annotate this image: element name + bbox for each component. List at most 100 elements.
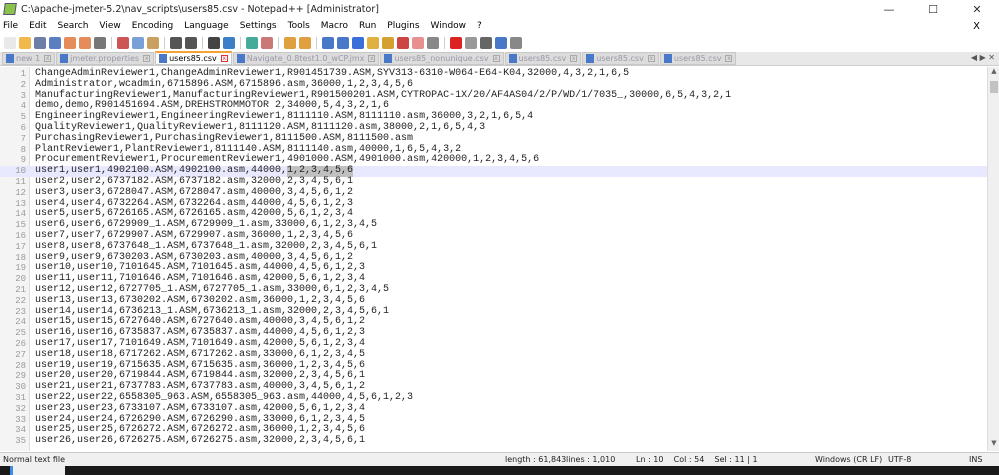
tab-users85-csv[interactable]: users85.csv x xyxy=(155,51,232,65)
menu-run[interactable]: Run xyxy=(359,21,376,31)
menu-language[interactable]: Language xyxy=(184,21,228,31)
replace-icon[interactable] xyxy=(223,37,235,49)
editor-line[interactable]: 35 user26,user26,6726275.ASM,6726275.asm,… xyxy=(0,435,987,447)
tab-close-icon[interactable]: x xyxy=(368,55,376,62)
tab-users85-nonunique-csv[interactable]: users85_nonunique.csv x xyxy=(380,52,504,65)
tab-users85-csv[interactable]: users85.csv x xyxy=(504,52,582,65)
editor-line[interactable]: 27 user18,user18,6717262.ASM,6717262.asm,… xyxy=(0,348,987,361)
toolbar-separator xyxy=(444,37,445,49)
doc-map-icon[interactable] xyxy=(367,37,379,49)
line-number: 31 xyxy=(15,393,26,403)
zoom-out-icon[interactable] xyxy=(261,37,273,49)
cut-icon[interactable] xyxy=(117,37,129,49)
editor-line[interactable]: 32 user23,user23,6733107.ASM,6733107.asm,… xyxy=(0,402,987,415)
run-macro-multiple-icon[interactable] xyxy=(495,37,507,49)
show-all-chars-icon[interactable] xyxy=(337,37,349,49)
indent-guide-icon[interactable] xyxy=(352,37,364,49)
menu-search[interactable]: Search xyxy=(58,21,89,31)
line-number: 26 xyxy=(15,339,26,349)
word-wrap-icon[interactable] xyxy=(322,37,334,49)
new-file-icon[interactable] xyxy=(4,37,16,49)
record-macro-icon[interactable] xyxy=(450,37,462,49)
close-icon[interactable] xyxy=(64,37,76,49)
line-number: 11 xyxy=(15,177,26,187)
editor-line[interactable]: 17 user8,user8,6737648_1.ASM,6737648_1.as… xyxy=(0,241,987,253)
maximize-button[interactable]: ☐ xyxy=(911,0,955,18)
editor[interactable]: 1 ChangeAdminReviewer1,ChangeAdminReviewe… xyxy=(0,67,987,451)
tab-users85-csv[interactable]: users85.csv x xyxy=(659,52,737,65)
line-text: user18,user18,6717262.ASM,6717262.asm,33… xyxy=(35,348,366,360)
tab-close-icon[interactable]: x xyxy=(220,55,228,62)
line-text: PurchasingReviewer1,PurchasingReviewer1,… xyxy=(35,132,414,144)
line-number: 17 xyxy=(15,241,26,252)
open-file-icon[interactable] xyxy=(19,37,31,49)
tab-close-icon[interactable]: x xyxy=(725,55,733,62)
save-all-icon[interactable] xyxy=(49,37,61,49)
toolbar-separator xyxy=(240,37,241,49)
editor-line[interactable]: 22 user13,user13,6730202.ASM,6730202.asm,… xyxy=(0,295,987,307)
menu-file[interactable]: File xyxy=(3,21,18,31)
file-icon xyxy=(384,54,393,63)
line-number: 15 xyxy=(15,220,26,231)
status-bar: Normal text file length : 61,843 lines :… xyxy=(0,452,999,466)
notepad-plus-plus-icon xyxy=(3,3,17,15)
editor-line[interactable]: 12 user3,user3,6728047.ASM,6728047.asm,40… xyxy=(0,187,987,199)
sync-h-icon[interactable] xyxy=(299,37,311,49)
tab-new-1[interactable]: new 1x xyxy=(2,52,56,65)
tab-close-icon[interactable]: x xyxy=(143,55,151,62)
tab-scroll-arrows[interactable]: ◀ ▶ ✕ xyxy=(971,53,995,62)
file-icon xyxy=(159,54,168,63)
folder-workspace-icon[interactable] xyxy=(397,37,409,49)
monitor-icon[interactable] xyxy=(427,37,439,49)
toolbar-separator xyxy=(278,37,279,49)
close-document-button[interactable]: X xyxy=(973,21,980,32)
scroll-up-icon[interactable]: ▲ xyxy=(988,67,999,79)
undo-icon[interactable] xyxy=(170,37,182,49)
save-macro-icon[interactable] xyxy=(510,37,522,49)
editor-line[interactable]: 2 Administrator,wcadmin,6715896.ASM,67158… xyxy=(0,79,987,91)
doc-list-icon[interactable] xyxy=(412,37,424,49)
vertical-scrollbar[interactable]: ▲ ▼ xyxy=(987,67,999,451)
print-icon[interactable] xyxy=(94,37,106,49)
find-icon[interactable] xyxy=(208,37,220,49)
menu-view[interactable]: View xyxy=(99,21,120,31)
tab-close-icon[interactable]: x xyxy=(570,55,578,62)
function-list-icon[interactable] xyxy=(382,37,394,49)
tab-close-icon[interactable]: x xyxy=(44,55,52,62)
menu-plugins[interactable]: Plugins xyxy=(387,21,419,31)
menu-macro[interactable]: Macro xyxy=(321,21,348,31)
line-text: user23,user23,6733107.ASM,6733107.asm,42… xyxy=(35,402,366,414)
tab-label: jmeter.properties xyxy=(70,54,140,63)
tab-users85-csv[interactable]: users85.csv x xyxy=(582,52,659,65)
paste-icon[interactable] xyxy=(147,37,159,49)
line-number: 1 xyxy=(20,69,26,79)
scroll-down-icon[interactable]: ▼ xyxy=(988,439,999,451)
line-number: 30 xyxy=(15,382,26,393)
menu-help[interactable]: ? xyxy=(477,21,482,31)
line-number: 22 xyxy=(15,295,26,306)
close-all-icon[interactable] xyxy=(79,37,91,49)
scrollbar-thumb[interactable] xyxy=(990,81,998,93)
menu-encoding[interactable]: Encoding xyxy=(132,21,173,31)
zoom-in-icon[interactable] xyxy=(246,37,258,49)
menu-edit[interactable]: Edit xyxy=(29,21,46,31)
menu-tools[interactable]: Tools xyxy=(288,21,310,31)
tab-close-icon[interactable]: x xyxy=(492,55,500,62)
taskbar-item[interactable] xyxy=(10,466,65,475)
stop-record-icon[interactable] xyxy=(465,37,477,49)
tab-navigate-0-8test1-0-wcp-jmx[interactable]: Navigate_0.8test1.0_wCP.jmx x xyxy=(232,52,380,65)
redo-icon[interactable] xyxy=(185,37,197,49)
menu-settings[interactable]: Settings xyxy=(240,21,277,31)
copy-icon[interactable] xyxy=(132,37,144,49)
tab-label: users85.csv xyxy=(169,54,217,63)
close-button[interactable]: ✕ xyxy=(955,0,999,18)
tab-jmeter-properties[interactable]: jmeter.properties x xyxy=(56,52,155,65)
editor-line[interactable]: 7 PurchasingReviewer1,PurchasingReviewer1… xyxy=(0,132,987,145)
menu-window[interactable]: Window xyxy=(431,21,467,31)
file-icon xyxy=(236,54,245,63)
play-macro-icon[interactable] xyxy=(480,37,492,49)
save-icon[interactable] xyxy=(34,37,46,49)
tab-close-icon[interactable]: x xyxy=(647,55,655,62)
minimize-button[interactable]: — xyxy=(867,0,911,18)
sync-v-icon[interactable] xyxy=(284,37,296,49)
